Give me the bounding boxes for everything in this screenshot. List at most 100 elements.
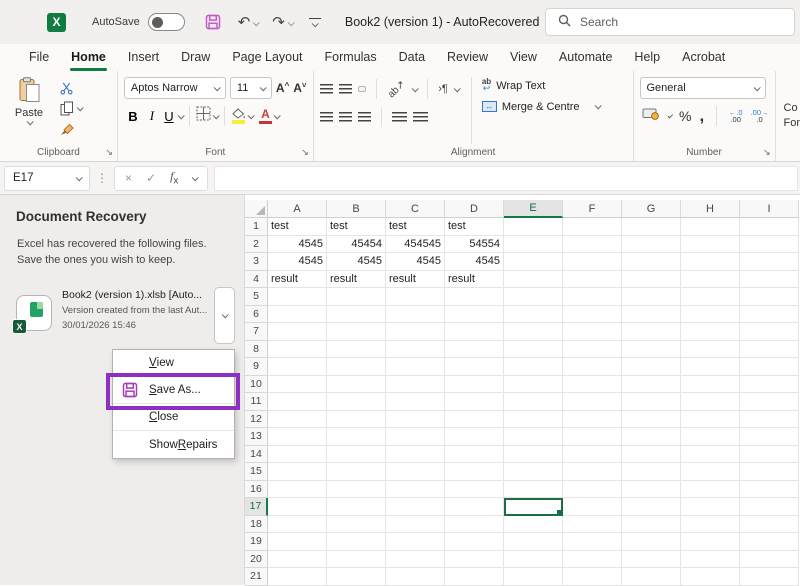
merge-centre-chevron-icon[interactable] xyxy=(594,102,601,109)
column-header-F[interactable]: F xyxy=(563,200,622,218)
cell-F11[interactable] xyxy=(563,393,622,411)
row-header-12[interactable]: 12 xyxy=(245,411,268,429)
cell-D1[interactable]: test xyxy=(445,218,504,236)
cell-B7[interactable] xyxy=(327,323,386,341)
cell-A7[interactable] xyxy=(268,323,327,341)
underline-chevron-icon[interactable] xyxy=(178,112,185,119)
cell-D14[interactable] xyxy=(445,446,504,464)
cell-I5[interactable] xyxy=(740,288,799,306)
cell-H10[interactable] xyxy=(681,376,740,394)
cancel-icon[interactable]: × xyxy=(125,171,132,185)
cell-C15[interactable] xyxy=(386,463,445,481)
increase-font-size-icon[interactable]: A^ xyxy=(276,81,289,95)
cell-B6[interactable] xyxy=(327,306,386,324)
undo-chevron-icon[interactable] xyxy=(253,13,258,31)
align-center-icon[interactable] xyxy=(339,112,352,122)
cell-C7[interactable] xyxy=(386,323,445,341)
column-header-G[interactable]: G xyxy=(622,200,681,218)
borders-chevron-icon[interactable] xyxy=(213,112,220,119)
align-left-icon[interactable] xyxy=(320,112,333,122)
cell-E5[interactable] xyxy=(504,288,563,306)
cell-C14[interactable] xyxy=(386,446,445,464)
cell-G4[interactable] xyxy=(622,271,681,289)
cell-C5[interactable] xyxy=(386,288,445,306)
font-color-chevron-icon[interactable] xyxy=(274,112,281,119)
cell-F8[interactable] xyxy=(563,341,622,359)
tab-page-layout[interactable]: Page Layout xyxy=(221,45,313,71)
cell-A14[interactable] xyxy=(268,446,327,464)
cell-I13[interactable] xyxy=(740,428,799,446)
accounting-format-icon[interactable] xyxy=(642,107,660,125)
cell-B1[interactable]: test xyxy=(327,218,386,236)
tab-automate[interactable]: Automate xyxy=(548,45,624,71)
cell-G6[interactable] xyxy=(622,306,681,324)
cell-H19[interactable] xyxy=(681,533,740,551)
cell-B13[interactable] xyxy=(327,428,386,446)
cell-E13[interactable] xyxy=(504,428,563,446)
number-format-select[interactable]: General xyxy=(640,77,766,99)
column-header-B[interactable]: B xyxy=(327,200,386,218)
font-dialog-launcher-icon[interactable]: ↘ xyxy=(301,147,309,158)
file-dropdown-button[interactable] xyxy=(214,287,235,344)
cell-C17[interactable] xyxy=(386,498,445,516)
row-header-11[interactable]: 11 xyxy=(245,393,268,411)
cell-G16[interactable] xyxy=(622,481,681,499)
cell-G20[interactable] xyxy=(622,551,681,569)
cell-D10[interactable] xyxy=(445,376,504,394)
cell-E2[interactable] xyxy=(504,236,563,254)
cell-D13[interactable] xyxy=(445,428,504,446)
cell-C10[interactable] xyxy=(386,376,445,394)
column-header-H[interactable]: H xyxy=(681,200,740,218)
menu-item-view[interactable]: View xyxy=(113,350,234,377)
cell-I3[interactable] xyxy=(740,253,799,271)
cell-E9[interactable] xyxy=(504,358,563,376)
column-header-A[interactable]: A xyxy=(268,200,327,218)
column-header-E[interactable]: E xyxy=(504,200,563,218)
row-header-8[interactable]: 8 xyxy=(245,341,268,359)
cell-B9[interactable] xyxy=(327,358,386,376)
row-header-7[interactable]: 7 xyxy=(245,323,268,341)
cell-A5[interactable] xyxy=(268,288,327,306)
cell-B11[interactable] xyxy=(327,393,386,411)
cell-F13[interactable] xyxy=(563,428,622,446)
cell-I9[interactable] xyxy=(740,358,799,376)
cell-B19[interactable] xyxy=(327,533,386,551)
cell-E21[interactable] xyxy=(504,568,563,586)
row-header-14[interactable]: 14 xyxy=(245,446,268,464)
cell-A13[interactable] xyxy=(268,428,327,446)
row-header-16[interactable]: 16 xyxy=(245,481,268,499)
cell-D4[interactable]: result xyxy=(445,271,504,289)
cell-E7[interactable] xyxy=(504,323,563,341)
cell-D7[interactable] xyxy=(445,323,504,341)
cell-C19[interactable] xyxy=(386,533,445,551)
menu-item-close[interactable]: Close xyxy=(113,404,234,431)
name-box[interactable]: E17 xyxy=(4,166,90,191)
column-header-I[interactable]: I xyxy=(740,200,799,218)
cell-G14[interactable] xyxy=(622,446,681,464)
cell-E20[interactable] xyxy=(504,551,563,569)
row-header-5[interactable]: 5 xyxy=(245,288,268,306)
row-header-6[interactable]: 6 xyxy=(245,306,268,324)
cell-C8[interactable] xyxy=(386,341,445,359)
cell-E1[interactable] xyxy=(504,218,563,236)
cell-B18[interactable] xyxy=(327,516,386,534)
cell-D8[interactable] xyxy=(445,341,504,359)
wrap-text-button[interactable]: ab↩ Wrap Text xyxy=(482,79,600,93)
fill-color-chevron-icon[interactable] xyxy=(248,112,255,119)
tab-acrobat[interactable]: Acrobat xyxy=(671,45,736,71)
cell-B17[interactable] xyxy=(327,498,386,516)
cell-F2[interactable] xyxy=(563,236,622,254)
cell-G18[interactable] xyxy=(622,516,681,534)
cell-E15[interactable] xyxy=(504,463,563,481)
cell-I12[interactable] xyxy=(740,411,799,429)
cell-D20[interactable] xyxy=(445,551,504,569)
cell-C6[interactable] xyxy=(386,306,445,324)
row-header-13[interactable]: 13 xyxy=(245,428,268,446)
cell-D12[interactable] xyxy=(445,411,504,429)
cell-B4[interactable]: result xyxy=(327,271,386,289)
number-dialog-launcher-icon[interactable]: ↘ xyxy=(763,147,771,158)
cell-B20[interactable] xyxy=(327,551,386,569)
redo-icon[interactable]: ↷ xyxy=(272,13,285,31)
cell-C4[interactable]: result xyxy=(386,271,445,289)
autosave-toggle[interactable] xyxy=(148,13,185,31)
